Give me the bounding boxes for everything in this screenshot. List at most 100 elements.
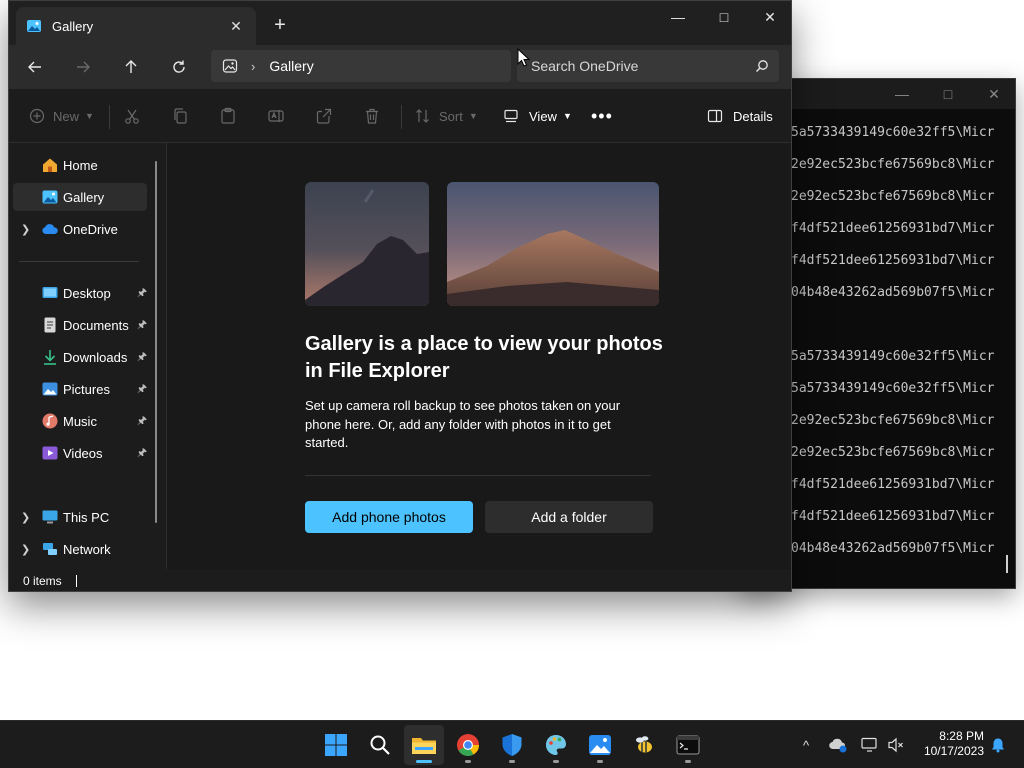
- running-indicator: [509, 760, 515, 763]
- search-icon[interactable]: [753, 57, 771, 75]
- new-button[interactable]: New ▼: [29, 100, 94, 132]
- close-icon[interactable]: ✕: [971, 79, 1017, 109]
- forward-button[interactable]: [67, 51, 99, 83]
- sidebar-item-videos[interactable]: Videos 🖈: [13, 439, 147, 467]
- sort-icon: [416, 109, 429, 123]
- new-label: New: [53, 108, 80, 124]
- sidebar-item-onedrive[interactable]: ❯ OneDrive: [13, 215, 147, 243]
- running-indicator: [597, 760, 603, 763]
- back-button[interactable]: [19, 51, 51, 83]
- terminal-line: 2e92ec523bcfe67569bc8\Micr: [791, 445, 995, 460]
- up-button[interactable]: [115, 51, 147, 83]
- paste-icon: [221, 107, 235, 124]
- mouse-pointer-icon: [517, 48, 531, 67]
- chevron-down-icon: ▼: [562, 111, 572, 121]
- close-icon[interactable]: ✕: [747, 1, 791, 33]
- chevron-right-icon[interactable]: ❯: [21, 543, 33, 556]
- bee-app-icon[interactable]: [624, 725, 664, 765]
- more-options-icon[interactable]: •••: [591, 100, 613, 132]
- pin-icon[interactable]: 🖈: [137, 284, 147, 303]
- onedrive-status-icon[interactable]: [826, 733, 850, 757]
- onedrive-icon: [41, 220, 59, 238]
- taskbar: ^ 8:28 PM 10/17/2023: [0, 720, 1024, 768]
- sidebar-item-downloads[interactable]: Downloads 🖈: [13, 343, 147, 371]
- search-input[interactable]: Search OneDrive: [531, 58, 753, 74]
- sort-button[interactable]: Sort ▼: [415, 100, 478, 132]
- terminal-scrollbar[interactable]: [1006, 555, 1008, 573]
- pictures-icon: [41, 380, 59, 398]
- minimize-icon[interactable]: —: [879, 79, 925, 109]
- maximize-icon[interactable]: □: [701, 1, 747, 33]
- terminal-line: f4df521dee61256931bd7\Micr: [791, 509, 995, 524]
- add-phone-photos-button[interactable]: Add phone photos: [305, 501, 473, 533]
- mountain-photo-small: [305, 182, 429, 306]
- gallery-icon: [41, 188, 59, 206]
- paint-icon[interactable]: [536, 725, 576, 765]
- chevron-right-icon[interactable]: ❯: [21, 511, 33, 524]
- status-separator: [75, 575, 77, 587]
- terminal-line: f4df521dee61256931bd7\Micr: [791, 253, 995, 268]
- home-icon: [41, 156, 59, 174]
- pin-icon[interactable]: 🖈: [137, 348, 147, 367]
- pin-icon[interactable]: 🖈: [137, 380, 147, 399]
- cut-button[interactable]: [123, 100, 141, 132]
- add-folder-button[interactable]: Add a folder: [485, 501, 653, 533]
- pin-icon[interactable]: 🖈: [137, 444, 147, 463]
- desktop-icon: [41, 284, 59, 302]
- pin-icon[interactable]: 🖈: [137, 412, 147, 431]
- sidebar-item-home[interactable]: Home: [13, 151, 147, 179]
- maximize-icon[interactable]: □: [925, 79, 971, 109]
- breadcrumb-gallery[interactable]: Gallery: [269, 58, 313, 74]
- chevron-up-icon[interactable]: ^: [794, 733, 818, 757]
- paste-button[interactable]: [219, 100, 237, 132]
- terminal-icon[interactable]: [668, 725, 708, 765]
- chrome-icon[interactable]: [448, 725, 488, 765]
- chevron-right-icon[interactable]: ❯: [21, 223, 33, 236]
- running-indicator: [685, 760, 691, 763]
- view-icon: [504, 109, 518, 123]
- details-button[interactable]: Details: [707, 100, 773, 132]
- rename-button[interactable]: [267, 100, 285, 132]
- new-tab-button[interactable]: +: [265, 11, 295, 39]
- search-icon[interactable]: [360, 725, 400, 765]
- view-button[interactable]: View ▼: [503, 100, 572, 132]
- trash-icon: [366, 108, 378, 124]
- delete-button[interactable]: [363, 100, 381, 132]
- sidebar-item-label: Home: [63, 157, 98, 173]
- sidebar-item-pictures[interactable]: Pictures 🖈: [13, 375, 147, 403]
- pin-icon[interactable]: 🖈: [137, 316, 147, 335]
- refresh-button[interactable]: [163, 51, 195, 83]
- sidebar-item-network[interactable]: ❯ Network: [13, 535, 147, 563]
- sidebar-item-music[interactable]: Music 🖈: [13, 407, 147, 435]
- share-button[interactable]: [315, 100, 333, 132]
- network-status-icon[interactable]: [858, 733, 882, 757]
- sidebar-scrollbar[interactable]: [155, 161, 157, 523]
- photos-icon[interactable]: [580, 725, 620, 765]
- search-box[interactable]: Search OneDrive: [517, 50, 779, 82]
- volume-muted-icon[interactable]: [884, 733, 908, 757]
- system-clock[interactable]: 8:28 PM 10/17/2023: [912, 729, 984, 759]
- sidebar-item-desktop[interactable]: Desktop 🖈: [13, 279, 147, 307]
- copy-button[interactable]: [171, 100, 189, 132]
- terminal-line: 2e92ec523bcfe67569bc8\Micr: [791, 157, 995, 172]
- refresh-icon: [173, 60, 185, 73]
- sidebar-item-gallery[interactable]: Gallery: [13, 183, 147, 211]
- close-tab-icon[interactable]: ✕: [222, 12, 250, 40]
- address-bar[interactable]: › Gallery: [211, 50, 511, 82]
- tab-gallery[interactable]: Gallery ✕: [16, 7, 256, 45]
- running-indicator: [553, 760, 559, 763]
- title-bar[interactable]: Gallery ✕ + — □ ✕: [9, 1, 791, 45]
- defender-icon[interactable]: [492, 725, 532, 765]
- empty-state-description: Set up camera roll backup to see photos …: [305, 398, 621, 450]
- file-explorer-icon[interactable]: [404, 725, 444, 765]
- sidebar-item-label: Network: [63, 541, 111, 557]
- sidebar-item-this-pc[interactable]: ❯ This PC: [13, 503, 147, 531]
- item-count: 0 items: [23, 574, 62, 588]
- details-label: Details: [733, 108, 773, 124]
- notification-bell-icon[interactable]: [986, 733, 1010, 757]
- sidebar-item-documents[interactable]: Documents 🖈: [13, 311, 147, 339]
- chevron-right-icon[interactable]: ›: [251, 59, 255, 74]
- minimize-icon[interactable]: —: [655, 1, 701, 33]
- toolbar-divider: [109, 105, 110, 129]
- start-icon[interactable]: [316, 725, 356, 765]
